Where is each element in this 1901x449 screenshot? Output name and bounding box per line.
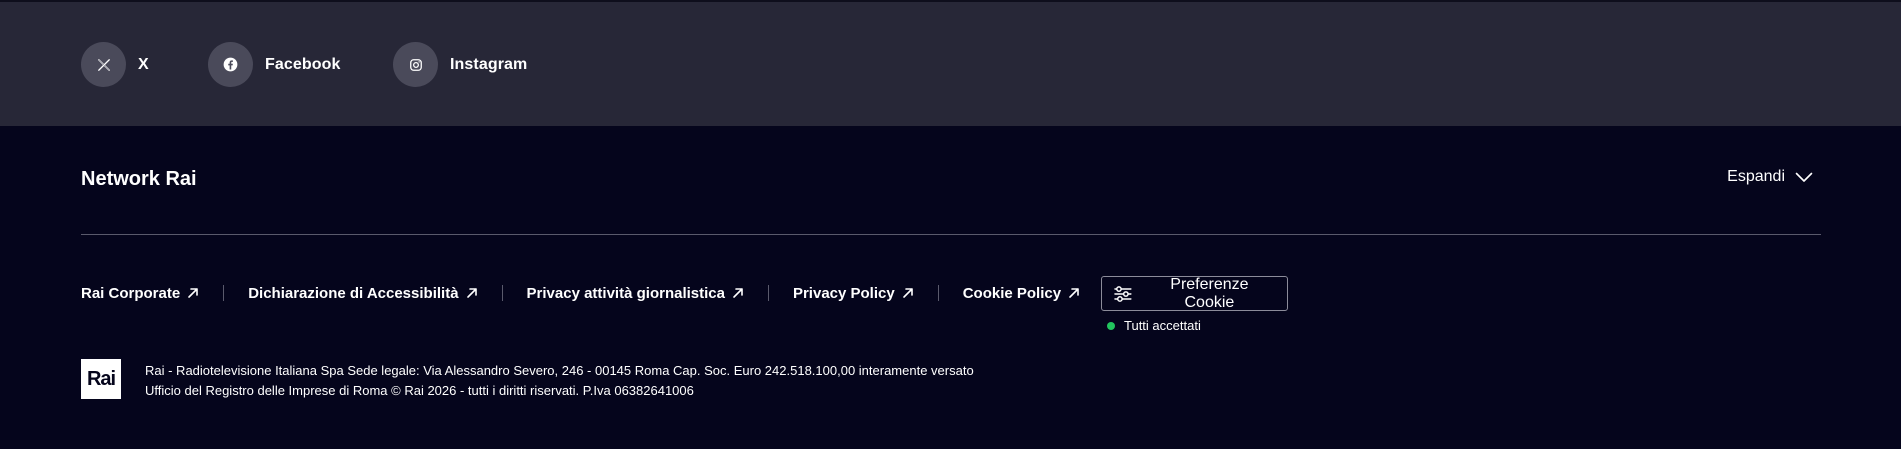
link-privacy-journalism[interactable]: Privacy attività giornalistica — [527, 285, 744, 302]
link-separator — [937, 285, 939, 301]
external-arrow-icon — [466, 288, 477, 298]
company-info-line-1: Rai - Radiotelevisione Italiana Spa Sede… — [145, 363, 974, 378]
external-arrow-icon — [733, 288, 743, 298]
external-arrow-icon — [1069, 288, 1079, 298]
link-label: Dichiarazione di Accessibilità — [248, 284, 459, 302]
link-label: Privacy attività giornalistica — [526, 284, 725, 302]
link-label: Cookie Policy — [962, 284, 1062, 302]
link-separator — [501, 285, 503, 301]
rai-logo: Rai — [81, 359, 121, 399]
company-info: Rai - Radiotelevisione Italiana Spa Sede… — [145, 361, 974, 401]
instagram-icon — [393, 42, 438, 87]
cookie-preferences-button[interactable]: Preferenze Cookie — [1101, 276, 1288, 311]
social-bar: X Facebook Instagram — [0, 0, 1901, 126]
company-info-line-2: Ufficio del Registro delle Imprese di Ro… — [145, 383, 694, 398]
legal-links: Rai Corporate Dichiarazione di Accessibi… — [81, 282, 1080, 304]
cookie-status: Tutti accettati — [1107, 318, 1201, 333]
facebook-icon — [208, 42, 253, 87]
status-dot-icon — [1107, 321, 1115, 330]
x-icon — [81, 42, 126, 87]
link-separator — [223, 285, 225, 301]
chevron-down-icon — [1795, 172, 1813, 182]
cookie-status-label: Tutti accettati — [1124, 318, 1201, 333]
social-label-facebook: Facebook — [265, 55, 341, 73]
link-label: Privacy Policy — [792, 284, 895, 302]
link-accessibility[interactable]: Dichiarazione di Accessibilità — [248, 285, 477, 302]
link-label: Rai Corporate — [81, 284, 181, 302]
network-title: Network Rai — [81, 168, 197, 190]
expand-label: Espandi — [1727, 168, 1785, 185]
social-label-x: X — [138, 55, 149, 73]
sliders-icon — [1114, 285, 1132, 302]
link-privacy-policy[interactable]: Privacy Policy — [793, 285, 914, 302]
link-rai-corporate[interactable]: Rai Corporate — [81, 285, 199, 302]
external-arrow-icon — [902, 288, 913, 298]
rai-logo-text: Rai — [86, 367, 116, 390]
link-cookie-policy[interactable]: Cookie Policy — [963, 285, 1080, 302]
divider — [81, 234, 1821, 235]
cookie-preferences-label: Preferenze Cookie — [1170, 275, 1249, 311]
social-link-facebook[interactable]: Facebook — [208, 42, 341, 87]
expand-button[interactable]: Espandi — [1727, 168, 1813, 186]
social-link-x[interactable]: X — [81, 42, 149, 87]
link-separator — [767, 285, 769, 301]
social-label-instagram: Instagram — [450, 55, 528, 73]
social-link-instagram[interactable]: Instagram — [393, 42, 527, 87]
external-arrow-icon — [188, 288, 198, 298]
